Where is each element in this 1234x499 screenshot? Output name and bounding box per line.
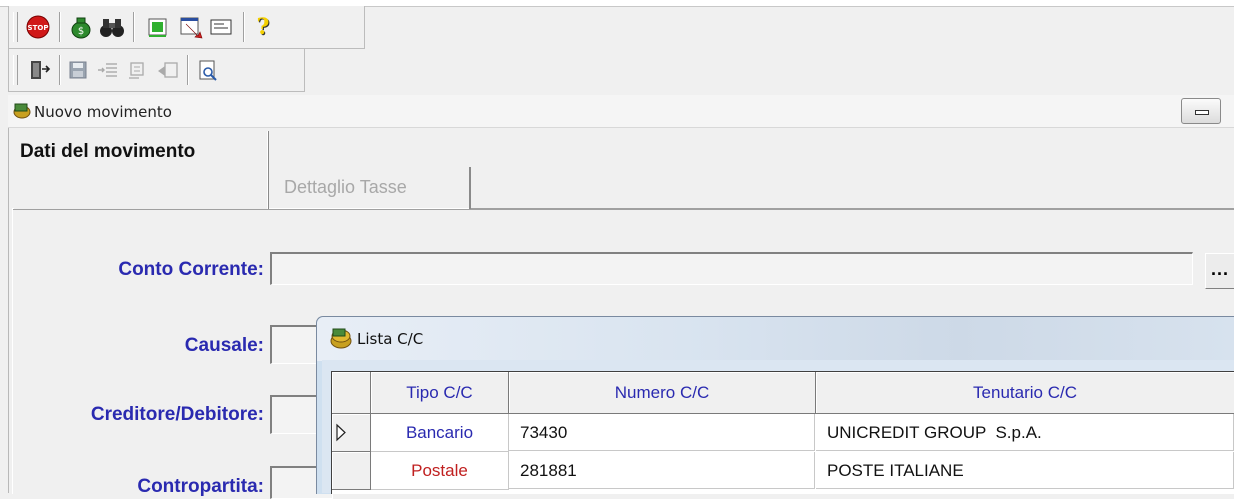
toolbar-separator [59,12,61,42]
column-header-numero[interactable]: Numero C/C [509,372,816,414]
edit-toolbar [8,49,305,92]
toolbar-grip[interactable] [13,55,18,85]
exit-door-icon [31,61,51,79]
svg-text:$: $ [78,26,84,37]
lista-cc-title: Lista C/C [357,330,424,348]
stop-icon: STOP [26,15,50,39]
causale-label: Causale: [184,335,264,356]
toolbar-grip[interactable] [13,12,18,42]
tab-label: Dati del movimento [20,141,196,162]
insert-row-icon [98,63,117,77]
money-button[interactable]: $ [66,12,96,42]
cell-tipo[interactable]: Postale [371,452,509,490]
column-header-tipo[interactable]: Tipo C/C [371,372,509,414]
grid-corner-header [332,372,371,414]
svg-text:?: ? [257,14,270,40]
delete-row-icon [129,62,144,79]
contropartita-label: Contropartita: [137,476,264,497]
stop-button[interactable]: STOP [23,12,53,42]
cell-tipo[interactable]: Bancario [371,414,509,452]
tab-dati-movimento[interactable]: Dati del movimento [14,131,267,171]
binoculars-icon [100,19,124,37]
tab-line [471,208,1234,209]
conto-corrente-lookup-button[interactable]: ... [1205,253,1234,289]
cell-numero[interactable]: 281881 [509,452,815,489]
lista-cc-titlebar[interactable] [317,317,1234,361]
exit-button[interactable] [23,55,53,85]
red-arrow-icon [180,17,203,39]
cell-tenutario[interactable]: POSTE ITALIANE [816,452,1234,489]
cell-tenutario[interactable]: UNICREDIT GROUP S.p.A. [816,414,1234,451]
form-button[interactable] [206,12,236,42]
minimize-button[interactable] [1181,98,1221,124]
row-indicator[interactable] [332,452,371,490]
tab-dettaglio-tasse[interactable]: Dettaglio Tasse [269,167,471,209]
conto-corrente-field[interactable] [270,252,1193,285]
help-icon: ? ? [257,14,271,40]
import-button[interactable] [176,12,206,42]
window-money-icon [12,100,32,120]
search-document-button[interactable] [193,55,223,85]
toolbar-separator [187,55,189,85]
toolbar-separator [243,12,245,42]
money-bag-icon: $ [71,17,91,39]
form-icon [210,19,232,35]
tab-label: Dettaglio Tasse [284,177,407,197]
window-titlebar[interactable] [8,95,1234,128]
insert-row-button[interactable] [93,55,123,85]
toolbar-separator [133,12,135,42]
delete-row-button[interactable] [123,55,153,85]
lista-money-icon [329,326,353,350]
undo-row-icon [158,62,178,78]
undo-row-button[interactable] [153,55,183,85]
save-button[interactable] [63,55,93,85]
help-button[interactable]: ? ? [249,12,279,42]
main-toolbar: STOP $ ? ? [8,6,365,49]
search-document-icon [199,60,217,81]
cell-numero[interactable]: 73430 [509,414,815,451]
row-indicator[interactable] [332,414,371,452]
toolbar-separator [59,55,61,85]
find-button[interactable] [97,12,127,42]
window-title: Nuovo movimento [34,103,172,121]
export-button[interactable] [143,12,173,42]
conto-corrente-label: Conto Corrente: [118,259,264,280]
column-header-tenutario[interactable]: Tenutario C/C [816,372,1234,414]
creditore-debitore-label: Creditore/Debitore: [90,404,264,425]
green-export-icon [148,18,167,37]
current-row-arrow-icon [336,423,346,442]
minimize-icon [1195,110,1209,115]
svg-text:STOP: STOP [28,24,49,32]
save-icon [69,61,87,79]
tab-active-gap [14,208,267,209]
